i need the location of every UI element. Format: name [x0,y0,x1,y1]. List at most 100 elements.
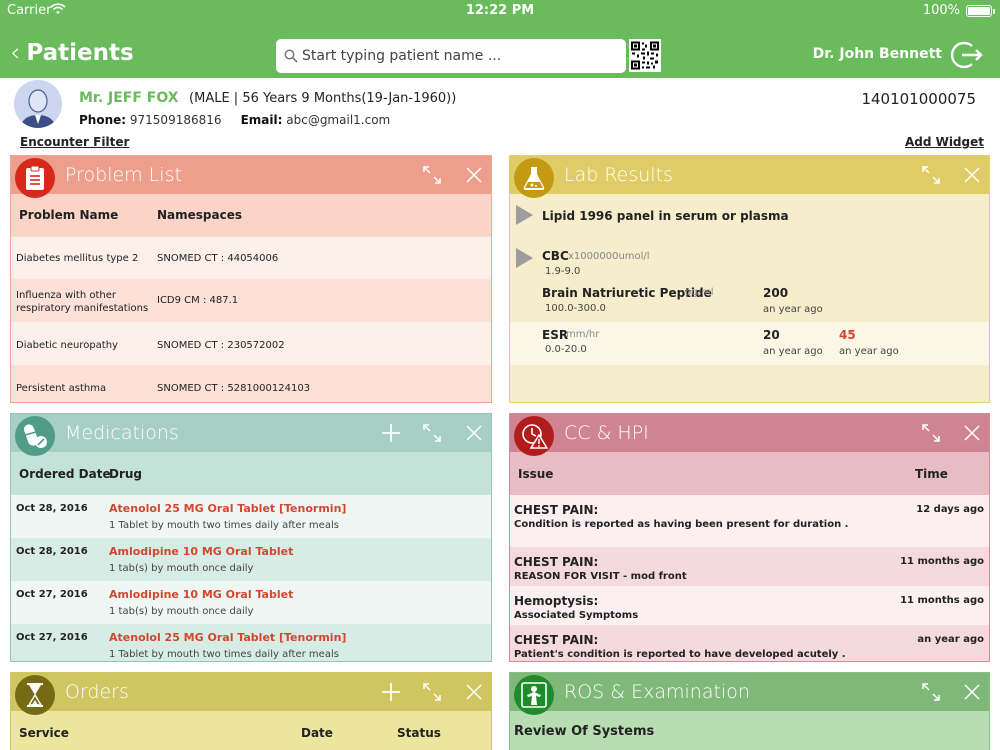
clipboard-icon [15,158,55,198]
table-header: Ordered Date Drug [11,452,491,495]
expand-icon[interactable] [422,165,442,185]
table-header: Issue Time [510,452,989,495]
widget-body: Review Of Systems [510,711,989,750]
widget-body: Lipid 1996 panel in serum or plasma CBC … [510,194,989,402]
widget-title: CC & HPI [564,422,649,444]
table-header: Service Date Status [11,711,491,750]
column-header: Date [301,726,333,740]
cc-issue: Hemoptysis: [514,594,599,608]
lab-value: 20 [763,328,780,342]
column-header: Time [915,467,948,481]
table-row[interactable]: Oct 27, 2016 Amlodipine 10 MG Oral Table… [11,581,491,624]
battery-icon [966,5,995,17]
widget-body: Service Date Status [11,711,491,750]
med-drug[interactable]: Amlodipine 10 MG Oral Tablet [109,545,293,558]
flask-icon [514,158,554,198]
table-row[interactable]: Persistent asthma SNOMED CT : 5281000124… [11,365,491,402]
lab-unit: mm/hr [566,329,600,340]
search-input[interactable] [302,48,622,64]
add-icon[interactable] [381,682,401,702]
lab-panel-row[interactable]: CBC x1000000umol/l 1.9-9.0 [510,239,989,279]
expand-icon[interactable] [921,682,941,702]
table-row[interactable]: Diabetes mellitus type 2 SNOMED CT : 440… [11,237,491,279]
table-row[interactable]: Oct 27, 2016 Atenolol 25 MG Oral Tablet … [11,624,491,661]
lab-results-widget: Lab Results Lipid 1996 panel in serum or… [509,155,990,403]
orders-widget: Orders Service Date Status [10,672,492,750]
cc-detail: Patient's condition is reported to have … [514,649,846,660]
table-row[interactable]: CHEST PAIN: Condition is reported as hav… [510,495,989,547]
lab-range: 1.9-9.0 [545,266,581,277]
column-header: Status [397,726,441,740]
column-header: Issue [518,467,554,481]
cc-detail: Condition is reported as having been pre… [514,519,849,530]
patient-id: 140101000075 [861,90,976,108]
lab-panel-row[interactable]: Lipid 1996 panel in serum or plasma [510,194,989,239]
cc-issue: CHEST PAIN: [514,503,599,517]
add-icon[interactable] [381,423,401,443]
encounter-filter-link[interactable]: Encounter Filter [20,135,129,149]
med-drug[interactable]: Atenolol 25 MG Oral Tablet [Tenormin] [109,502,346,515]
patient-email: abc@gmail1.com [286,113,391,127]
close-icon[interactable] [464,423,484,443]
widget-body: Problem Name Namespaces Diabetes mellitu… [11,194,491,402]
close-icon[interactable] [962,682,982,702]
table-row[interactable]: Hemoptysis: Associated Symptoms 11 month… [510,586,989,625]
ros-section-title: Review Of Systems [514,724,655,739]
cc-issue: CHEST PAIN: [514,633,599,647]
med-drug[interactable]: Atenolol 25 MG Oral Tablet [Tenormin] [109,631,346,644]
battery-percent: 100% [922,3,960,18]
patient-search[interactable] [276,39,626,73]
lab-value: 200 [763,286,789,300]
clock: 12:22 PM [465,3,535,18]
expand-icon[interactable] [422,682,442,702]
table-header: Problem Name Namespaces [11,194,491,236]
add-widget-link[interactable]: Add Widget [905,135,984,149]
patient-contact: Phone: 971509186816 Email: abc@gmail1.co… [79,113,390,127]
chevron-left-icon: ‹ [10,38,21,68]
close-icon[interactable] [464,165,484,185]
med-date: Oct 28, 2016 [16,546,88,557]
logout-icon [950,41,983,69]
ros-examination-widget: ROS & Examination Review Of Systems [509,672,990,750]
close-icon[interactable] [962,165,982,185]
close-icon[interactable] [464,682,484,702]
table-row[interactable]: CHEST PAIN: REASON FOR VISIT - mod front… [510,547,989,586]
patient-demographics: (MALE | 56 Years 9 Months(19-Jan-1960)) [189,91,457,106]
table-row[interactable]: Oct 28, 2016 Amlodipine 10 MG Oral Table… [11,538,491,581]
person-exam-icon [514,675,554,715]
hourglass-icon [15,675,55,715]
table-row[interactable]: Oct 28, 2016 Atenolol 25 MG Oral Tablet … [11,495,491,538]
close-icon[interactable] [962,423,982,443]
section-header[interactable]: Review Of Systems [510,711,989,750]
cc-time: 11 months ago [900,595,984,606]
widget-title: Orders [65,681,129,703]
alert-clock-icon [514,416,554,456]
expand-icon[interactable] [422,423,442,443]
qr-code-scan-button[interactable] [629,39,661,72]
med-date: Oct 28, 2016 [16,503,88,514]
widget-title: Problem List [65,164,182,186]
problem-namespace: ICD9 CM : 487.1 [157,295,239,306]
problem-namespace: SNOMED CT : 230572002 [157,340,285,351]
table-row[interactable]: Diabetic neuropathy SNOMED CT : 23057200… [11,322,491,365]
logout-button[interactable] [950,38,984,72]
table-row[interactable]: Influenza with other respiratory manifes… [11,279,491,322]
cc-issue: CHEST PAIN: [514,555,599,569]
expand-triangle-icon [516,205,533,225]
table-row[interactable]: CHEST PAIN: Patient's condition is repor… [510,625,989,661]
widget-body: Ordered Date Drug Oct 28, 2016 Atenolol … [11,452,491,661]
expand-icon[interactable] [921,165,941,185]
expand-icon[interactable] [921,423,941,443]
back-button[interactable]: ‹ Patients [10,40,134,66]
lab-test-row[interactable]: ESR mm/hr 0.0-20.0 20 an year ago 45 an … [510,322,989,365]
problem-list-widget: Problem List Problem Name Namespaces Dia… [10,155,492,403]
med-date: Oct 27, 2016 [16,632,88,643]
med-sig: 1 tab(s) by mouth once daily [109,563,254,574]
cc-time: 12 days ago [916,504,984,515]
med-drug[interactable]: Amlodipine 10 MG Oral Tablet [109,588,293,601]
medications-widget: Medications Ordered Date Drug Oct 28, 20… [10,413,492,662]
column-header: Service [19,726,69,740]
cc-detail: Associated Symptoms [514,610,639,621]
lab-test-row[interactable]: Brain Natriuretic Peptide pg/ml 100.0-30… [510,279,989,322]
med-sig: 1 Tablet by mouth two times daily after … [109,649,339,660]
